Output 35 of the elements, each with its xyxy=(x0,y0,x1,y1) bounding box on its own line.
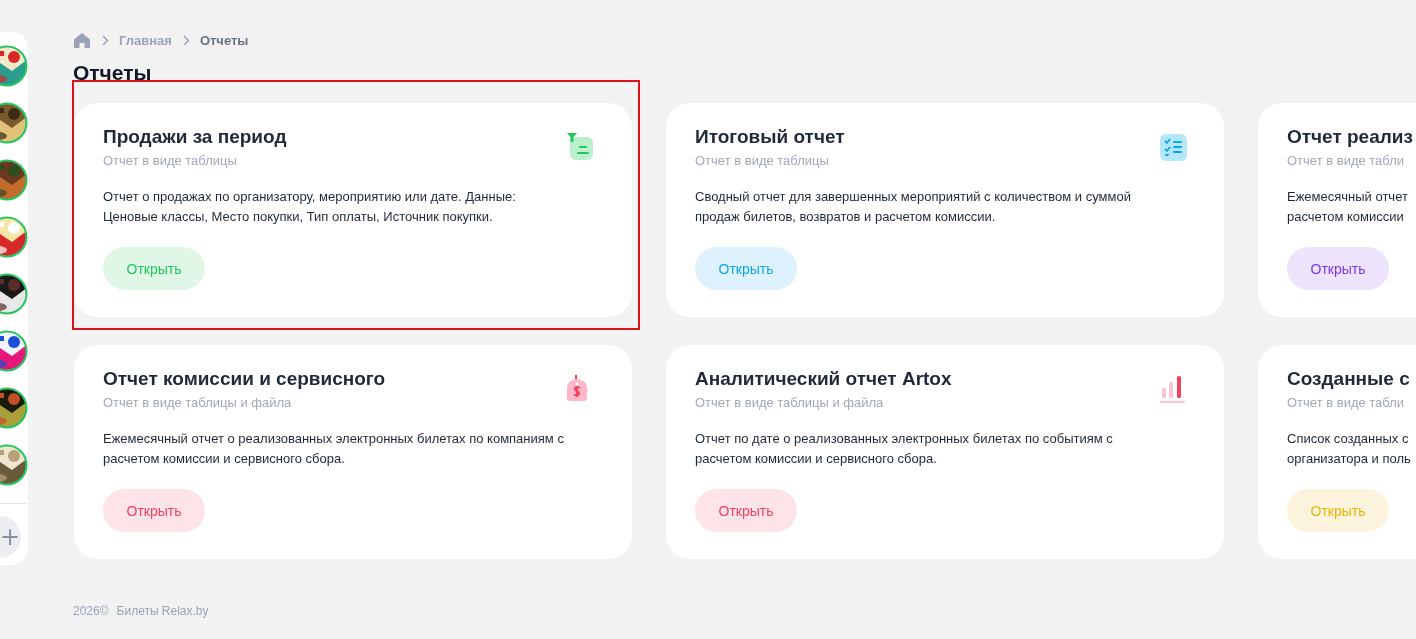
breadcrumb-current: Отчеты xyxy=(199,32,249,48)
page-title: Отчеты xyxy=(73,60,153,86)
card-subtitle: Отчет в виде табли xyxy=(1287,395,1406,410)
chevron-icon xyxy=(101,34,109,46)
card-description: Отчет о продажах по организатору, мероприятию или дате. Данные: Ценовые классы, Место покупки, Тип оплаты, Источник покупки. xyxy=(103,188,516,226)
breadcrumb-link[interactable]: Главная xyxy=(119,32,172,48)
open-button[interactable]: Открыть xyxy=(695,489,797,532)
filter-list-icon xyxy=(567,133,596,162)
open-button[interactable]: Открыть xyxy=(103,489,205,532)
card-subtitle: Отчет в виде таблицы и файла xyxy=(103,395,293,410)
card-title: Отчет реализ xyxy=(1287,125,1413,149)
add-button[interactable]: + xyxy=(0,516,21,558)
footer-brand: Билеты Relax.by xyxy=(116,604,209,618)
bar-chart-icon xyxy=(1159,375,1188,404)
chevron-icon xyxy=(181,34,190,46)
copyright-year: 2026© xyxy=(73,604,109,618)
checklist-icon xyxy=(1159,133,1188,162)
open-button[interactable]: Открыть xyxy=(695,247,797,290)
card-description: Ежемесячный отчет о реализованных электронных билетах по компаниям с расчетом комиссии и сервисного сбора. xyxy=(103,430,564,468)
card-title: Итоговый отчет xyxy=(695,125,845,149)
card-title: Отчет комиссии и сервисного xyxy=(103,367,386,391)
card-title: Продажи за период xyxy=(103,125,287,149)
card-subtitle: Отчет в виде таблицы xyxy=(695,153,830,168)
open-button[interactable]: Открыть xyxy=(1287,247,1389,290)
card-description: Отчет по дате о реализованных электронных билетах по событиям с расчетом комиссии и сервисного сбора. xyxy=(695,430,1113,468)
open-button[interactable]: Открыть xyxy=(1287,489,1389,532)
card-description: Ежемесячный отчет расчетом комиссии xyxy=(1287,188,1408,226)
card-subtitle: Отчет в виде таблицы и файла xyxy=(695,395,885,410)
card-subtitle: Отчет в виде таблицы xyxy=(103,153,238,168)
card-title: Аналитический отчет Artox xyxy=(695,367,952,391)
card-subtitle: Отчет в виде табли xyxy=(1287,153,1406,168)
open-button[interactable]: Открыть xyxy=(103,247,205,290)
card-title: Созданные с xyxy=(1287,367,1410,391)
card-description: Сводный отчет для завершенных мероприятий с количеством и суммой продаж билетов, возвратов и расчетом комиссии. xyxy=(695,188,1131,226)
card-description: Список созданных с организатора и поль xyxy=(1287,430,1411,468)
